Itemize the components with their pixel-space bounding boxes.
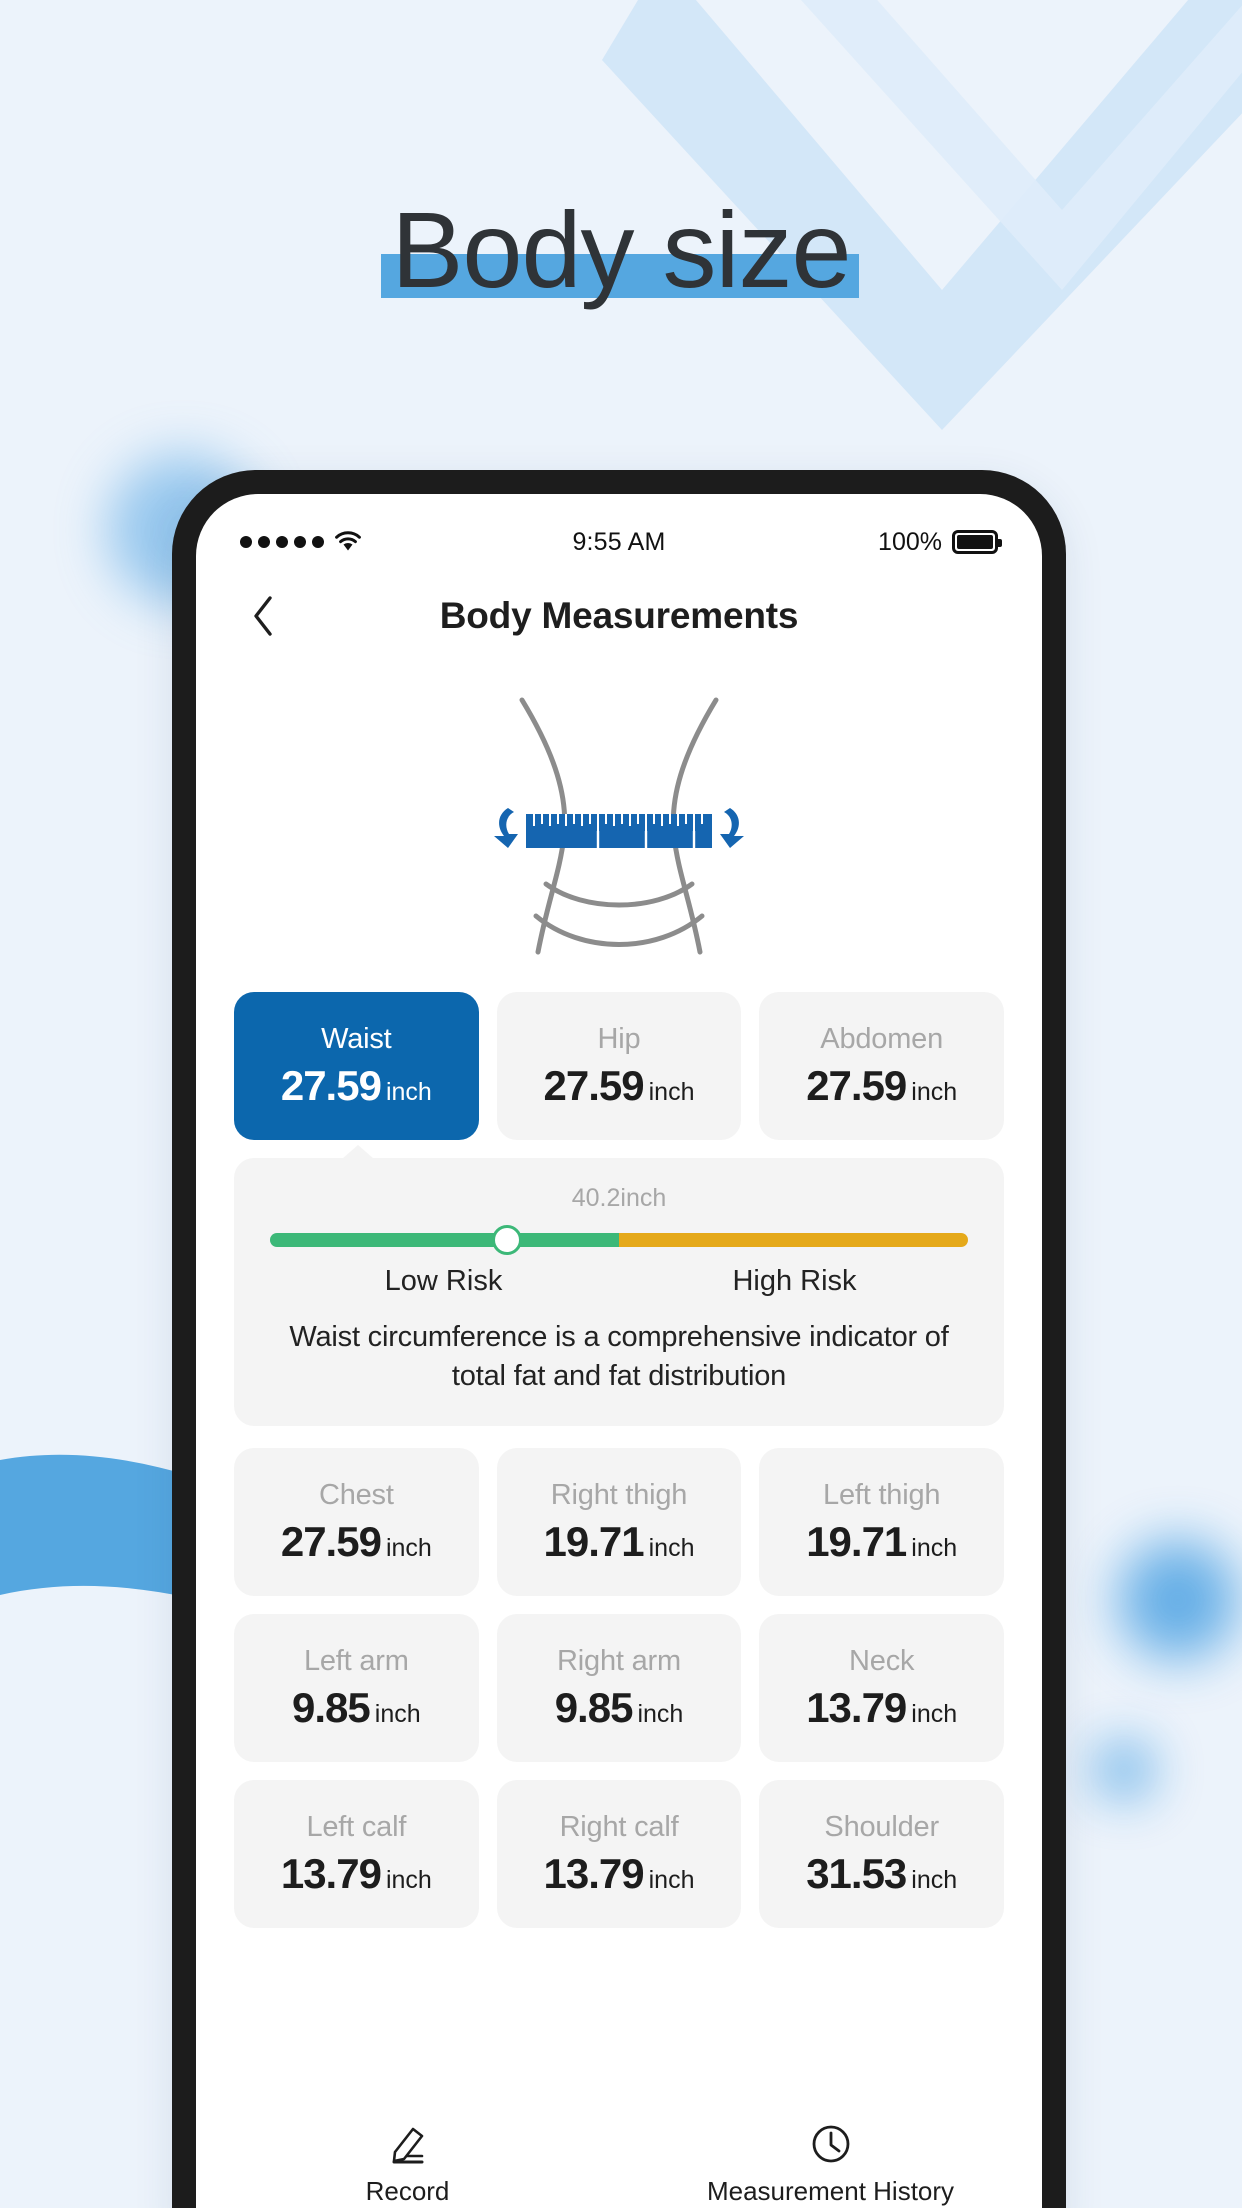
measurement-unit: inch (911, 1699, 958, 1728)
risk-slider-high-segment (619, 1233, 968, 1247)
measurement-card-neck[interactable]: Neck 13.79 inch (759, 1614, 1005, 1763)
status-bar: 9:55 AM 100% (196, 494, 1042, 568)
risk-slider-labels: Low Risk High Risk (268, 1265, 970, 1298)
measurement-value-row: 19.71 inch (806, 1518, 957, 1566)
measurement-card-left-thigh[interactable]: Left thigh 19.71 inch (759, 1448, 1005, 1597)
measurement-value: 13.79 (280, 1849, 382, 1897)
poster-title: Body size (0, 196, 1242, 304)
illustration-area (196, 664, 1042, 992)
risk-slider-low-segment (270, 1233, 619, 1247)
measurement-unit: inch (637, 1699, 684, 1728)
measurement-unit: inch (911, 1533, 958, 1562)
measurement-value-row: 9.85 inch (292, 1684, 421, 1732)
measurement-value-row: 19.71 inch (544, 1518, 695, 1566)
measurement-value-row: 31.53 inch (806, 1850, 957, 1898)
measurement-unit: inch (374, 1699, 421, 1728)
risk-description: Waist circumference is a comprehensive i… (289, 1321, 949, 1393)
measurement-card-shoulder[interactable]: Shoulder 31.53 inch (759, 1780, 1005, 1929)
measurement-card-waist[interactable]: Waist 27.59 inch (234, 992, 479, 1140)
phone-mockup: 9:55 AM 100% Body Measurements Waist 27.… (172, 470, 1066, 2208)
measurement-value-row: 27.59 inch (806, 1062, 957, 1110)
risk-slider-track (270, 1233, 968, 1247)
waist-tape-measure-illustration (494, 697, 744, 955)
nav-bar: Body Measurements (196, 568, 1042, 664)
measurement-unit: inch (385, 1533, 432, 1562)
measurement-unit: inch (648, 1533, 695, 1562)
measurement-label: Hip (597, 1022, 641, 1055)
tab-label: Measurement History (706, 2176, 955, 2206)
risk-panel: 40.2inch Low Risk High Risk Waist circum… (234, 1145, 1004, 1427)
measurement-row-1: Waist 27.59 inch Hip 27.59 inch Abdomen (234, 992, 1005, 1140)
phone-screen: 9:55 AM 100% Body Measurements Waist 27.… (196, 494, 1042, 2208)
pencil-record-icon (392, 2127, 423, 2164)
measurement-unit: inch (648, 1865, 695, 1894)
tab-record[interactable]: Record (196, 2121, 619, 2207)
measurement-value-row: 27.59 inch (281, 1062, 432, 1110)
measurement-value: 19.71 (543, 1517, 645, 1565)
risk-slider[interactable] (270, 1225, 968, 1255)
tab-label: Record (365, 2176, 450, 2206)
measurement-value: 9.85 (554, 1683, 634, 1731)
measurement-unit: inch (648, 1077, 695, 1106)
measurement-value: 13.79 (806, 1683, 907, 1731)
measurement-value-row: 27.59 inch (281, 1518, 432, 1566)
measurement-label: Chest (318, 1478, 394, 1511)
risk-panel-pointer (342, 1145, 374, 1159)
measurement-card-right-arm[interactable]: Right arm 9.85 inch (496, 1614, 742, 1763)
measurement-label: Left calf (306, 1810, 407, 1843)
measurement-row-3: Left arm 9.85 inch Right arm 9.85 inch N… (234, 1614, 1005, 1763)
measurement-value-row: 13.79 inch (281, 1850, 432, 1898)
battery-full-icon (952, 530, 1002, 554)
risk-high-label: High Risk (732, 1265, 857, 1297)
measurement-value: 27.59 (280, 1517, 382, 1565)
measurement-value-row: 13.79 inch (806, 1684, 957, 1732)
blue-blob-right-large (1118, 1540, 1238, 1660)
measurement-unit: inch (911, 1865, 958, 1894)
measurement-label: Left arm (303, 1644, 409, 1677)
measurement-card-chest[interactable]: Chest 27.59 inch (234, 1448, 479, 1597)
measurement-value: 13.79 (543, 1849, 645, 1897)
measurement-label: Right arm (557, 1644, 681, 1677)
measurement-unit: inch (385, 1865, 432, 1894)
measurement-label: Neck (849, 1644, 915, 1677)
risk-threshold-value: 40.2inch (571, 1184, 667, 1212)
measurement-value: 9.85 (292, 1683, 371, 1731)
measurement-label: Shoulder (824, 1810, 939, 1843)
measurement-value: 27.59 (543, 1061, 645, 1109)
measurement-value-row: 13.79 inch (544, 1850, 695, 1898)
status-time: 9:55 AM (572, 527, 666, 556)
measurement-unit: inch (911, 1077, 958, 1106)
measurement-value: 19.71 (806, 1517, 907, 1565)
measurement-label: Right thigh (550, 1478, 688, 1511)
measurement-row-4: Left calf 13.79 inch Right calf 13.79 in… (234, 1780, 1005, 1929)
measurement-label: Waist (321, 1022, 392, 1055)
measurement-card-abdomen[interactable]: Abdomen 27.59 inch (759, 992, 1005, 1140)
risk-low-label: Low Risk (384, 1265, 503, 1297)
measurement-value-row: 27.59 inch (544, 1062, 695, 1110)
tab-measurement-history[interactable]: Measurement History (619, 2121, 1042, 2207)
measurement-value: 27.59 (806, 1061, 907, 1109)
measurement-card-left-calf[interactable]: Left calf 13.79 inch (234, 1780, 479, 1929)
blue-blob-right-small (1096, 1742, 1152, 1798)
measurement-row-2: Chest 27.59 inch Right thigh 19.71 inch … (234, 1448, 1005, 1597)
measurement-card-left-arm[interactable]: Left arm 9.85 inch (234, 1614, 479, 1763)
measurement-card-hip[interactable]: Hip 27.59 inch (496, 992, 742, 1140)
measurement-content: Waist 27.59 inch Hip 27.59 inch Abdomen (196, 992, 1042, 1929)
risk-slider-thumb[interactable] (492, 1225, 523, 1255)
measurement-card-right-calf[interactable]: Right calf 13.79 inch (496, 1780, 742, 1929)
bottom-tab-bar: Record Measurement History (196, 2104, 1042, 2208)
measurement-label: Abdomen (820, 1022, 944, 1055)
measurement-value: 31.53 (806, 1849, 907, 1897)
clock-history-icon (812, 2125, 849, 2163)
measurement-label: Right calf (559, 1810, 679, 1843)
title-text: Body size (391, 189, 851, 310)
measurement-label: Left thigh (823, 1478, 941, 1511)
measurement-unit: inch (385, 1077, 432, 1106)
measurement-card-right-thigh[interactable]: Right thigh 19.71 inch (496, 1448, 742, 1597)
page-title: Body Measurements (439, 595, 799, 636)
measurement-value-row: 9.85 inch (555, 1684, 684, 1732)
measurement-value: 27.59 (280, 1061, 382, 1109)
